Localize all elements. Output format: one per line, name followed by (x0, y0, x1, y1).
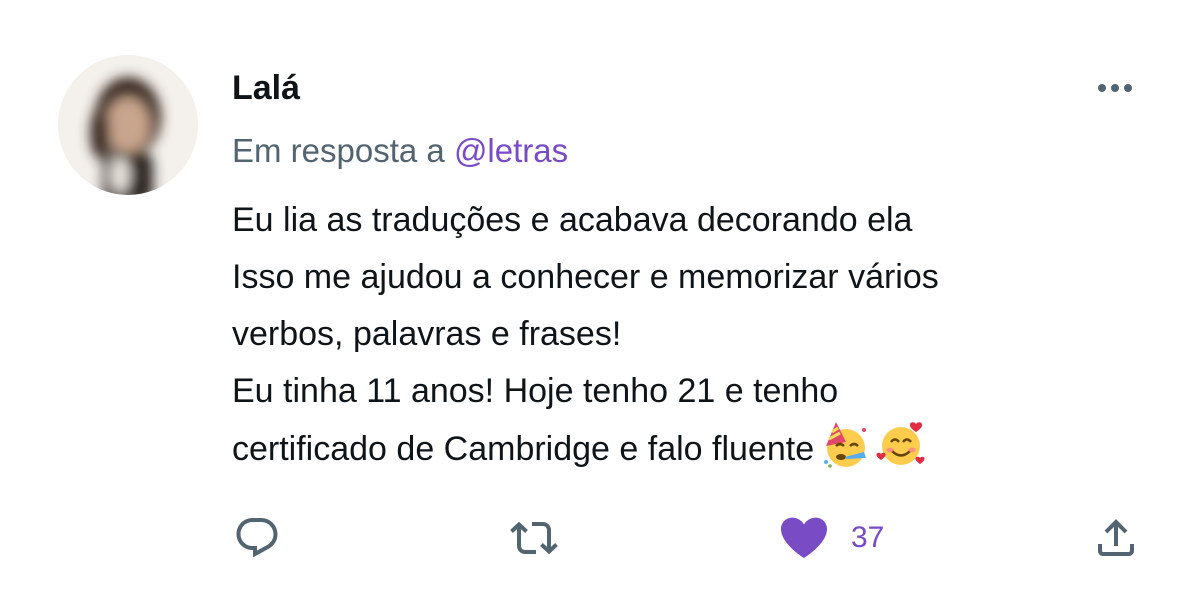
tweet-text-line: Eu tinha 11 anos! Hoje tenho 21 e tenho (232, 372, 839, 410)
retweet-icon[interactable] (510, 514, 558, 562)
smiling-face-with-hearts-icon (876, 422, 925, 465)
avatar-image (58, 55, 198, 195)
tweet-text-segment: certificado de Cambridge e falo fluente (232, 430, 815, 468)
share-icon[interactable] (1092, 514, 1140, 562)
like-count: 37 (851, 521, 885, 554)
tweet-text-line-last: certificado de Cambridge e falo fluente (232, 420, 1182, 478)
tweet-text: Eu lia as traduções e acabava decorando … (232, 192, 1182, 478)
author-name[interactable]: Lalá (232, 66, 300, 110)
tweet-text-line: Eu lia as traduções e acabava decorando … (232, 201, 913, 239)
tweet-text-line: Isso me ajudou a conhecer e memorizar vá… (232, 258, 939, 296)
more-horizontal-icon[interactable] (1090, 72, 1140, 102)
reply-context: Em resposta a @letras (232, 129, 568, 173)
partying-face-icon (824, 422, 867, 468)
reply-icon[interactable] (233, 514, 281, 562)
reply-handle-link[interactable]: @letras (454, 132, 568, 169)
reply-prefix: Em resposta a (232, 132, 445, 169)
heart-icon[interactable] (778, 514, 830, 562)
avatar[interactable] (58, 55, 198, 195)
tweet-card[interactable]: Lalá Em resposta a @letras Eu lia as tra… (0, 0, 1200, 614)
tweet-text-line: verbos, palavras e frases! (232, 315, 622, 353)
